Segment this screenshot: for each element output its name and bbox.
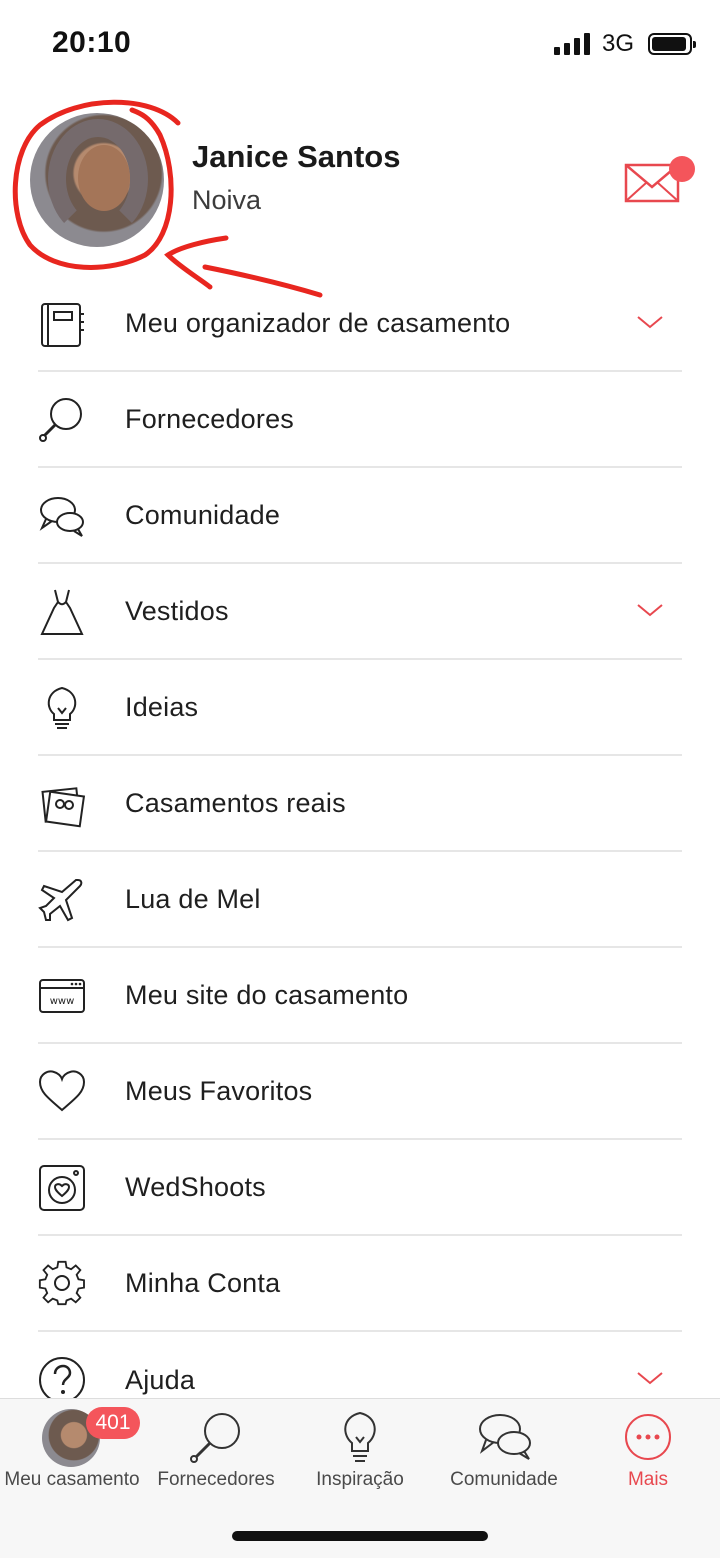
menu-item-label: WedShoots <box>125 1171 266 1202</box>
more-dots-icon <box>625 1414 671 1460</box>
menu-item-label: Fornecedores <box>125 403 294 434</box>
magnifier-icon <box>190 1413 240 1463</box>
lightbulb-icon <box>344 1411 376 1462</box>
menu-item-label: Meu site do casamento <box>125 979 409 1010</box>
tab-more[interactable]: Mais <box>576 1399 720 1499</box>
profile-role: Noiva <box>192 185 262 215</box>
chat-bubbles-icon <box>39 497 84 537</box>
menu-item-label: Ideias <box>125 691 199 722</box>
menu-item-dresses[interactable]: Vestidos <box>38 564 682 660</box>
menu-item-label: Minha Conta <box>125 1267 281 1298</box>
status-time: 20:10 <box>52 26 132 59</box>
battery-icon <box>648 33 696 55</box>
gear-icon <box>38 1260 85 1306</box>
home-indicator <box>232 1531 488 1541</box>
magnifier-icon <box>39 398 82 442</box>
menu-item-wedshoots[interactable]: WedShoots <box>38 1140 682 1236</box>
menu-item-label: Vestidos <box>125 595 229 626</box>
menu-item-real-weddings[interactable]: Casamentos reais <box>38 756 682 852</box>
status-indicators: 3G <box>553 30 696 58</box>
tab-community[interactable]: Comunidade <box>432 1399 576 1499</box>
chevron-down-icon[interactable] <box>636 312 664 332</box>
menu-item-vendors[interactable]: Fornecedores <box>38 372 682 468</box>
chevron-down-icon[interactable] <box>636 600 664 620</box>
menu-item-ideas[interactable]: Ideias <box>38 660 682 756</box>
profile-name: Janice Santos <box>192 139 401 174</box>
tab-my-wedding[interactable]: 401 Meu casamento <box>0 1399 144 1499</box>
profile-header[interactable]: Janice Santos Noiva <box>0 95 720 275</box>
signal-strength-icon <box>553 33 590 55</box>
menu-item-label: Meus Favoritos <box>125 1075 313 1106</box>
menu-item-label: Meu organizador de casamento <box>125 307 511 338</box>
photos-icon <box>41 787 86 828</box>
heart-icon <box>38 1070 86 1112</box>
menu-item-label: Ajuda <box>125 1364 196 1395</box>
airplane-icon <box>38 879 83 922</box>
dress-icon <box>40 589 84 635</box>
main-menu: Meu organizador de casamento Fornecedore… <box>0 276 720 1428</box>
menu-item-label: Casamentos reais <box>125 787 346 818</box>
website-icon: www <box>39 979 85 1013</box>
menu-item-favorites[interactable]: Meus Favoritos <box>38 1044 682 1140</box>
tab-label: Mais <box>627 1469 669 1490</box>
chevron-down-icon[interactable] <box>636 1368 664 1388</box>
status-bar: 20:10 3G <box>0 0 720 90</box>
menu-item-label: Comunidade <box>125 499 281 530</box>
mail-icon[interactable] <box>622 155 696 205</box>
camera-heart-icon <box>39 1165 85 1211</box>
tab-vendors[interactable]: Fornecedores <box>144 1399 288 1499</box>
menu-item-honeymoon[interactable]: Lua de Mel <box>38 852 682 948</box>
avatar[interactable] <box>30 113 164 247</box>
menu-item-wedding-website[interactable]: www Meu site do casamento <box>38 948 682 1044</box>
planner-notebook-icon <box>41 303 84 347</box>
help-icon <box>39 1357 85 1403</box>
menu-item-account[interactable]: Minha Conta <box>38 1236 682 1332</box>
svg-text:www: www <box>50 996 75 1007</box>
chat-bubbles-icon <box>479 1414 531 1460</box>
tab-inspiration[interactable]: Inspiração <box>288 1399 432 1499</box>
menu-item-label: Lua de Mel <box>125 883 261 914</box>
menu-item-organizer[interactable]: Meu organizador de casamento <box>38 276 682 372</box>
lightbulb-icon <box>47 686 77 729</box>
menu-item-community[interactable]: Comunidade <box>38 468 682 564</box>
notification-badge: 401 <box>86 1407 140 1439</box>
network-type: 3G <box>601 30 634 57</box>
